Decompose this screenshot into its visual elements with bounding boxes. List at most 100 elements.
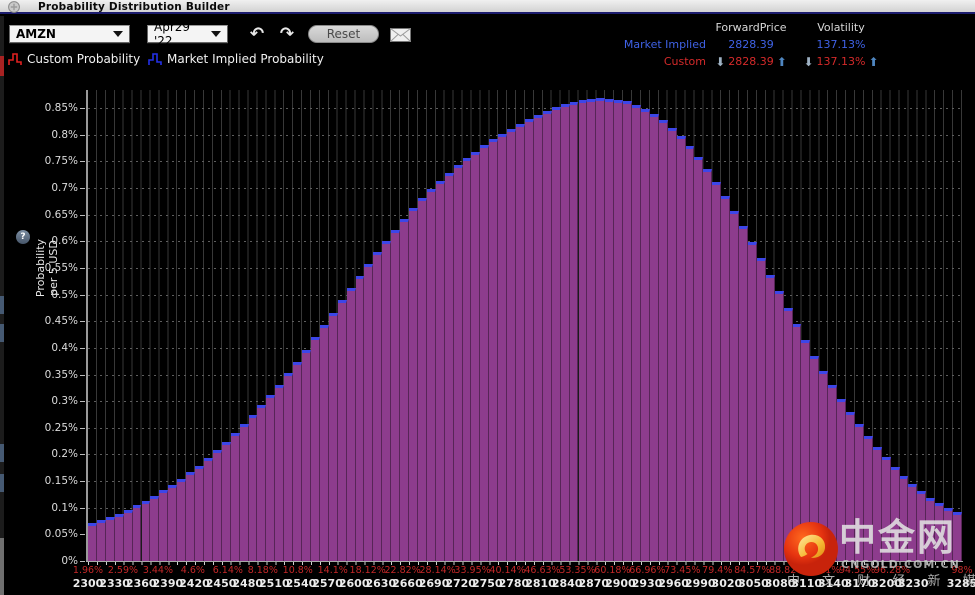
distribution-bar[interactable] bbox=[739, 226, 748, 561]
distribution-bar[interactable] bbox=[712, 182, 721, 561]
distribution-bar[interactable] bbox=[677, 136, 686, 561]
distribution-bar[interactable] bbox=[579, 100, 588, 561]
distribution-bar[interactable] bbox=[543, 111, 552, 561]
distribution-bar[interactable] bbox=[436, 181, 445, 561]
distribution-bar[interactable] bbox=[516, 124, 525, 561]
distribution-bar[interactable] bbox=[641, 109, 650, 561]
distribution-bar[interactable] bbox=[293, 362, 302, 561]
y-tick-label: 0.2% bbox=[51, 448, 78, 460]
distribution-bar[interactable] bbox=[284, 373, 293, 561]
distribution-bar[interactable] bbox=[106, 517, 115, 561]
y-tick-mark bbox=[80, 428, 85, 429]
distribution-bar[interactable] bbox=[124, 510, 133, 561]
distribution-bar[interactable] bbox=[266, 395, 275, 561]
distribution-bar[interactable] bbox=[347, 288, 356, 561]
distribution-bar[interactable] bbox=[338, 300, 347, 561]
distribution-bar[interactable] bbox=[445, 173, 454, 561]
custom-forward-decrease-button[interactable]: ⬇ bbox=[715, 55, 725, 69]
distribution-bar[interactable] bbox=[142, 501, 151, 561]
distribution-bar[interactable] bbox=[463, 158, 472, 561]
distribution-bar[interactable] bbox=[133, 505, 142, 561]
distribution-bar[interactable] bbox=[605, 99, 614, 561]
distribution-bar[interactable] bbox=[596, 98, 605, 561]
custom-volatility-increase-button[interactable]: ⬆ bbox=[868, 55, 878, 69]
y-tick-mark bbox=[80, 135, 85, 136]
distribution-bar[interactable] bbox=[632, 105, 641, 561]
distribution-bar[interactable] bbox=[587, 99, 596, 561]
reset-button[interactable]: Reset bbox=[308, 25, 379, 43]
distribution-bar[interactable] bbox=[222, 442, 231, 561]
distribution-bar[interactable] bbox=[623, 101, 632, 561]
distribution-bar[interactable] bbox=[373, 252, 382, 561]
y-tick-label: 0.35% bbox=[45, 369, 78, 381]
distribution-bar[interactable] bbox=[650, 114, 659, 561]
distribution-chart[interactable] bbox=[88, 90, 962, 561]
distribution-bar[interactable] bbox=[391, 230, 400, 561]
window-edge-marker bbox=[0, 474, 4, 492]
legend-market-implied-probability[interactable]: Market Implied Probability bbox=[148, 51, 324, 66]
distribution-bar[interactable] bbox=[204, 458, 213, 561]
distribution-bar[interactable] bbox=[721, 196, 730, 561]
market-forward-price-value: 2828.39 bbox=[706, 38, 796, 51]
distribution-bar[interactable] bbox=[88, 523, 97, 561]
distribution-bar[interactable] bbox=[507, 129, 516, 561]
redo-button[interactable]: ↷ bbox=[276, 24, 298, 44]
distribution-bar[interactable] bbox=[195, 466, 204, 561]
distribution-bar[interactable] bbox=[525, 119, 534, 561]
distribution-bar[interactable] bbox=[356, 276, 365, 561]
custom-forward-increase-button[interactable]: ⬆ bbox=[777, 55, 787, 69]
distribution-bar[interactable] bbox=[97, 520, 106, 561]
distribution-bar[interactable] bbox=[489, 139, 498, 561]
distribution-bar[interactable] bbox=[730, 211, 739, 561]
expiry-select-value: Apr29 '22 bbox=[154, 20, 203, 48]
distribution-bar[interactable] bbox=[703, 169, 712, 561]
distribution-bar[interactable] bbox=[115, 514, 124, 561]
distribution-bar[interactable] bbox=[159, 490, 168, 561]
distribution-bar[interactable] bbox=[409, 208, 418, 561]
distribution-bar[interactable] bbox=[570, 102, 579, 561]
window-edge-marker bbox=[0, 444, 4, 462]
distribution-bar[interactable] bbox=[213, 450, 222, 561]
distribution-bar[interactable] bbox=[686, 146, 695, 561]
distribution-bar[interactable] bbox=[382, 241, 391, 561]
distribution-bar[interactable] bbox=[320, 325, 329, 561]
distribution-bar[interactable] bbox=[418, 198, 427, 561]
distribution-bar[interactable] bbox=[400, 219, 409, 561]
distribution-bar[interactable] bbox=[454, 165, 463, 561]
distribution-bar[interactable] bbox=[766, 275, 775, 561]
expiry-select[interactable]: Apr29 '22 bbox=[147, 25, 228, 43]
distribution-bar[interactable] bbox=[177, 479, 186, 561]
undo-button[interactable]: ↶ bbox=[246, 24, 268, 44]
distribution-bar[interactable] bbox=[257, 405, 266, 561]
distribution-bar[interactable] bbox=[275, 385, 284, 561]
y-tick-label: 0.25% bbox=[45, 422, 78, 434]
cumulative-percent-label: 46.63% bbox=[524, 565, 560, 576]
distribution-bar[interactable] bbox=[329, 313, 338, 561]
mail-icon[interactable] bbox=[390, 28, 411, 42]
distribution-bar[interactable] bbox=[614, 100, 623, 561]
distribution-bar[interactable] bbox=[552, 107, 561, 561]
distribution-bar[interactable] bbox=[231, 433, 240, 561]
distribution-bar[interactable] bbox=[498, 134, 507, 561]
distribution-bar[interactable] bbox=[186, 472, 195, 561]
distribution-bar[interactable] bbox=[480, 145, 489, 561]
distribution-bar[interactable] bbox=[150, 496, 159, 561]
distribution-bar[interactable] bbox=[311, 337, 320, 561]
distribution-bar[interactable] bbox=[168, 485, 177, 561]
distribution-bar[interactable] bbox=[668, 128, 677, 561]
distribution-bar[interactable] bbox=[561, 104, 570, 561]
distribution-bar[interactable] bbox=[364, 264, 373, 561]
distribution-bar[interactable] bbox=[471, 152, 480, 562]
custom-volatility-decrease-button[interactable]: ⬇ bbox=[803, 55, 813, 69]
distribution-bar[interactable] bbox=[240, 424, 249, 561]
distribution-bar[interactable] bbox=[659, 120, 668, 561]
distribution-bar[interactable] bbox=[748, 242, 757, 561]
distribution-bar[interactable] bbox=[534, 115, 543, 561]
distribution-bar[interactable] bbox=[694, 157, 703, 561]
y-tick-mark bbox=[80, 161, 85, 162]
distribution-bar[interactable] bbox=[249, 415, 258, 561]
cumulative-percent-label: 60.18% bbox=[594, 565, 630, 576]
distribution-bar[interactable] bbox=[302, 350, 311, 561]
distribution-bar[interactable] bbox=[757, 258, 766, 561]
distribution-bar[interactable] bbox=[427, 189, 436, 561]
